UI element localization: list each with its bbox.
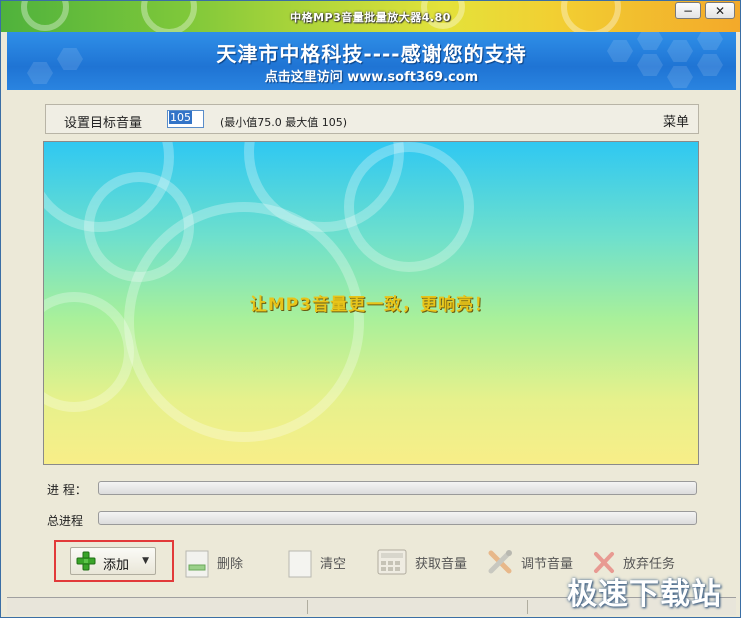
calculator-icon (377, 548, 407, 576)
delete-button-label: 删除 (217, 556, 244, 572)
volume-range-text: (最小值75.0 最大值 105) (220, 116, 348, 129)
target-volume-label: 设置目标音量 (64, 116, 143, 131)
add-button-highlight: 添加 ▼ (54, 540, 174, 582)
promo-banner[interactable]: 天津市中格科技----感谢您的支持 点击这里访问 www.soft369.com (7, 32, 736, 90)
green-plus-icon (75, 550, 97, 572)
site-watermark: 极速下载站 (567, 577, 722, 612)
clear-button-label: 清空 (320, 556, 347, 572)
minimize-icon: − (682, 3, 694, 18)
swirl-decoration (344, 142, 474, 272)
clear-button[interactable]: 清空 (288, 543, 346, 581)
tools-icon (487, 549, 513, 575)
file-progress-bar (98, 481, 697, 495)
menu-button[interactable]: 菜单 (663, 111, 689, 130)
total-progress-label: 总进程 (47, 514, 84, 528)
website-link[interactable]: 点击这里访问 www.soft369.com (7, 66, 736, 85)
blank-page-icon (288, 550, 312, 578)
banner-title: 天津市中格科技----感谢您的支持 (216, 42, 527, 66)
title-bar[interactable]: 中格MP3音量批量放大器4.80 − ✕ (1, 1, 740, 37)
chevron-down-icon[interactable]: ▼ (142, 556, 149, 566)
add-button[interactable]: 添加 ▼ (70, 547, 156, 575)
slogan-text: 让MP3音量更一致，更响亮！ (249, 295, 493, 315)
adjust-volume-button-label: 调节音量 (521, 556, 574, 572)
get-volume-button-label: 获取音量 (415, 556, 468, 572)
swirl-decoration (124, 202, 364, 442)
file-list-panel[interactable]: 让MP3音量更一致，更响亮！ (43, 141, 699, 465)
window-title: 中格MP3音量批量放大器4.80 (290, 11, 451, 24)
close-icon: ✕ (714, 3, 726, 18)
minimize-button[interactable]: − (675, 2, 701, 19)
target-volume-value: 105 (169, 111, 192, 124)
close-button[interactable]: ✕ (705, 2, 735, 19)
get-volume-button[interactable]: 获取音量 (377, 543, 467, 581)
adjust-volume-button[interactable]: 调节音量 (487, 543, 573, 581)
total-progress-bar (98, 511, 697, 525)
add-button-label: 添加 (103, 558, 130, 573)
target-volume-input[interactable]: 105 (167, 110, 204, 128)
target-volume-settings: 设置目标音量 105 (最小值75.0 最大值 105) 菜单 (45, 104, 699, 134)
delete-button[interactable]: 删除 (185, 543, 243, 581)
minus-icon (185, 550, 209, 578)
status-divider (527, 600, 528, 614)
file-progress-label: 进 程： (47, 483, 87, 497)
app-window: 中格MP3音量批量放大器4.80 − ✕ 天津市中格科技----感谢您的支持 点… (0, 0, 741, 618)
status-divider (307, 600, 308, 614)
